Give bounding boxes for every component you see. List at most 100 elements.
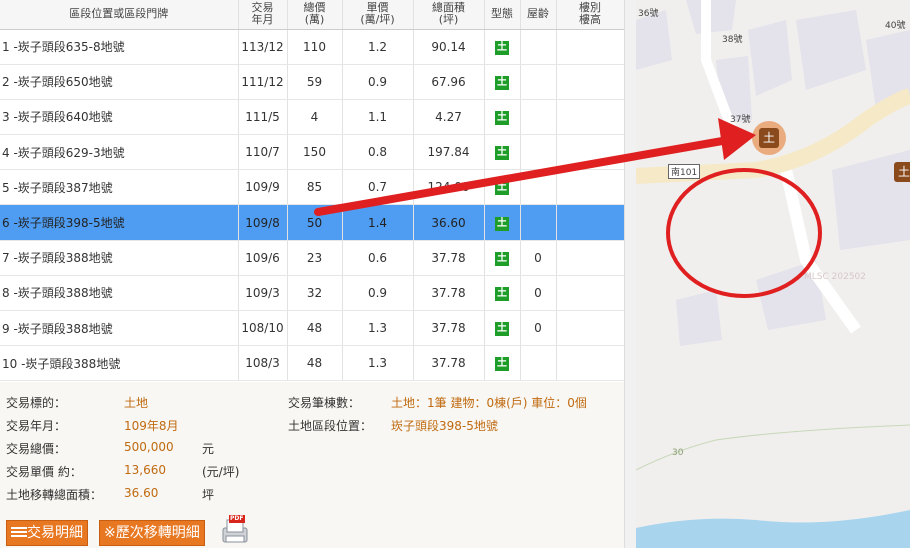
cell-type: 土 — [484, 29, 521, 65]
map-view[interactable]: 36號 38號 40號 37號 南101 MLSC 202502 30 土 土 — [636, 0, 910, 548]
land-type-icon: 土 — [495, 110, 509, 125]
cell-total: 4 — [287, 99, 343, 136]
header-area[interactable]: 總面積 (坪) — [413, 0, 485, 30]
cell-address: 5 -崁子頭段387地號 — [0, 169, 239, 206]
area-value: 36.60 — [124, 486, 159, 500]
cell-type: 土 — [484, 310, 521, 347]
count-label: 交易筆棟數： — [288, 396, 361, 410]
table-row[interactable]: 2 -崁子頭段650地號 111/12 59 0.9 67.96 土 — [0, 64, 625, 100]
cell-floor — [556, 310, 625, 347]
count-value: 土地：1筆 建物：0棟(戶) 車位：0個 — [391, 396, 587, 410]
cell-area: 37.78 — [413, 275, 485, 312]
table-row[interactable]: 8 -崁子頭段388地號 109/3 32 0.9 37.78 土 0 — [0, 275, 625, 312]
land-type-icon: 土 — [495, 181, 509, 196]
cell-total: 110 — [287, 29, 343, 65]
cell-floor — [556, 169, 625, 206]
header-area-line2: (坪) — [438, 13, 459, 27]
table-row[interactable]: 6 -崁子頭段398-5地號 109/8 50 1.4 36.60 土 — [0, 204, 625, 241]
other-land-marker[interactable]: 土 — [894, 162, 910, 182]
land-type-icon: 土 — [495, 40, 509, 55]
land-type-icon: 土 — [495, 75, 509, 90]
cell-unit: 0.6 — [342, 240, 414, 276]
cell-floor — [556, 134, 625, 171]
cell-date: 109/6 — [238, 240, 288, 276]
cell-floor — [556, 275, 625, 312]
cell-age: 0 — [520, 275, 557, 312]
cell-address: 8 -崁子頭段388地號 — [0, 275, 239, 312]
target-value: 土地 — [124, 396, 149, 410]
cell-age: 0 — [520, 240, 557, 276]
transaction-details: 交易標的： 土地 交易年月： 109年8月 交易總價： 500,000 元 交易… — [0, 382, 624, 548]
table-row[interactable]: 1 -崁子頭段635-8地號 113/12 110 1.2 90.14 土 — [0, 29, 625, 65]
land-type-icon: 土 — [495, 286, 509, 301]
cell-type: 土 — [484, 345, 521, 382]
table-scrollbar[interactable] — [624, 0, 636, 548]
map-label-37: 37號 — [730, 115, 751, 125]
cell-type: 土 — [484, 64, 521, 100]
cell-type: 土 — [484, 240, 521, 276]
marker-glyph: 土 — [762, 131, 775, 145]
table-row[interactable]: 5 -崁子頭段387地號 109/9 85 0.7 124.00 土 — [0, 169, 625, 206]
pdf-print-icon[interactable]: PDF — [219, 514, 251, 546]
header-unit[interactable]: 單價 (萬/坪) — [342, 0, 414, 30]
pdf-badge-text: PDF — [230, 515, 244, 522]
cell-age — [520, 169, 557, 206]
transfer-history-button[interactable]: ※歷次移轉明細 — [99, 520, 205, 546]
cell-date: 109/8 — [238, 204, 288, 241]
table-row[interactable]: 10 -崁子頭段388地號 108/3 48 1.3 37.78 土 — [0, 345, 625, 382]
cell-total: 150 — [287, 134, 343, 171]
cell-date: 110/7 — [238, 134, 288, 171]
cell-address: 7 -崁子頭段388地號 — [0, 240, 239, 276]
cell-total: 48 — [287, 310, 343, 347]
cell-address: 4 -崁子頭段629-3地號 — [0, 134, 239, 171]
cell-address: 3 -崁子頭段640地號 — [0, 99, 239, 136]
cell-address: 2 -崁子頭段650地號 — [0, 64, 239, 100]
cell-type: 土 — [484, 169, 521, 206]
cell-unit: 0.7 — [342, 169, 414, 206]
transaction-table: 區段位置或區段門牌 交易 年月 總價 (萬) 單價 (萬/坪) 總面積 (坪) 型態 屋… — [0, 0, 625, 382]
transaction-detail-button[interactable]: 交易明細 — [6, 520, 88, 546]
location-value: 崁子頭段398-5地號 — [391, 419, 498, 433]
land-type-icon: 土 — [495, 146, 509, 161]
cell-total: 48 — [287, 345, 343, 382]
cell-area: 67.96 — [413, 64, 485, 100]
cell-total: 85 — [287, 169, 343, 206]
cell-area: 37.78 — [413, 240, 485, 276]
header-age[interactable]: 屋齡 — [520, 0, 557, 30]
cell-age — [520, 29, 557, 65]
header-total[interactable]: 總價 (萬) — [287, 0, 343, 30]
cell-total: 32 — [287, 275, 343, 312]
land-type-icon: 土 — [495, 216, 509, 231]
header-date[interactable]: 交易 年月 — [238, 0, 288, 30]
transaction-panel: 區段位置或區段門牌 交易 年月 總價 (萬) 單價 (萬/坪) 總面積 (坪) 型態 屋… — [0, 0, 636, 548]
table-row[interactable]: 4 -崁子頭段629-3地號 110/7 150 0.8 197.84 土 — [0, 134, 625, 171]
date-label: 交易年月： — [6, 419, 67, 433]
land-type-icon: 土 — [495, 251, 509, 266]
cell-type: 土 — [484, 275, 521, 312]
table-row[interactable]: 7 -崁子頭段388地號 109/6 23 0.6 37.78 土 0 — [0, 240, 625, 276]
land-type-icon: 土 — [495, 322, 509, 337]
header-type[interactable]: 型態 — [484, 0, 521, 30]
map-label-36: 36號 — [638, 9, 659, 19]
cell-type: 土 — [484, 99, 521, 136]
date-value: 109年8月 — [124, 419, 179, 433]
table-row[interactable]: 3 -崁子頭段640地號 111/5 4 1.1 4.27 土 — [0, 99, 625, 136]
cell-address: 6 -崁子頭段398-5地號 — [0, 204, 239, 241]
cell-total: 50 — [287, 204, 343, 241]
cell-area: 4.27 — [413, 99, 485, 136]
cell-area: 90.14 — [413, 29, 485, 65]
map-label-38: 38號 — [722, 35, 743, 45]
table-row[interactable]: 9 -崁子頭段388地號 108/10 48 1.3 37.78 土 0 — [0, 310, 625, 347]
cell-age — [520, 204, 557, 241]
selected-land-marker[interactable]: 土 — [752, 121, 786, 155]
header-floor[interactable]: 樓別 樓高 — [556, 0, 625, 30]
cell-date: 108/3 — [238, 345, 288, 382]
map-watermark: MLSC 202502 — [804, 272, 866, 282]
cell-total: 23 — [287, 240, 343, 276]
cell-floor — [556, 99, 625, 136]
cell-area: 197.84 — [413, 134, 485, 171]
area-unit: 坪 — [202, 488, 215, 502]
cell-date: 111/12 — [238, 64, 288, 100]
header-address[interactable]: 區段位置或區段門牌 — [0, 0, 239, 30]
unit-value: 13,660 — [124, 463, 166, 477]
